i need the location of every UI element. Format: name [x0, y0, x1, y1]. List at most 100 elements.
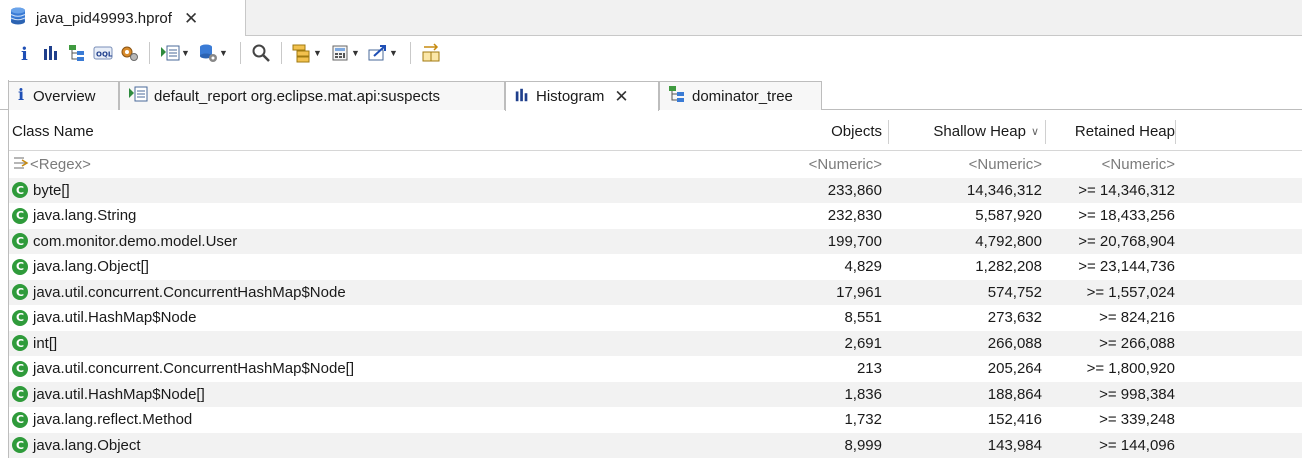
toolbar-separator [240, 42, 241, 64]
chevron-down-icon[interactable]: ▼ [181, 48, 190, 58]
run-report-icon[interactable] [157, 40, 183, 66]
objects-cell: 4,829 [844, 258, 882, 276]
class-icon: C [12, 182, 28, 199]
objects-cell: 8,551 [844, 309, 882, 327]
column-header-class-name[interactable]: Class Name [12, 112, 94, 151]
shallow-cell: 143,984 [987, 436, 1042, 454]
objects-cell: 8,999 [844, 436, 882, 454]
class-name-cell: Cjava.util.HashMap$Node[] [12, 382, 205, 408]
calculator-icon[interactable] [327, 40, 353, 66]
table-row[interactable]: Cjava.lang.String 232,830 5,587,920 >= 18,4… [9, 203, 1302, 229]
shallow-cell: 4,792,800 [975, 232, 1042, 250]
column-header-objects[interactable]: Objects [789, 112, 882, 151]
retained-cell: >= 998,384 [1099, 385, 1175, 403]
objects-cell: 1,836 [844, 385, 882, 403]
retained-cell: >= 20,768,904 [1078, 232, 1175, 250]
tab-label: dominator_tree [692, 87, 793, 105]
filter-class-name-text: <Regex> [30, 156, 91, 174]
retained-cell: >= 14,346,312 [1078, 181, 1175, 199]
compare-icon[interactable] [418, 40, 444, 66]
table-row[interactable]: Ccom.monitor.demo.model.User 199,700 4,792… [9, 228, 1302, 254]
shallow-cell: 266,088 [987, 334, 1042, 352]
tab-dominator-tree[interactable]: dominator_tree [659, 81, 822, 110]
objects-cell: 1,732 [844, 411, 882, 429]
retained-cell: >= 266,088 [1099, 334, 1175, 352]
class-name-cell: Cjava.util.HashMap$Node [12, 305, 196, 331]
class-name-cell: Cjava.util.concurrent.ConcurrentHashMap$… [12, 280, 346, 306]
class-icon: C [12, 309, 28, 326]
toolbar: i OQL ▼ ▼ ▼ ▼ ▼ [0, 36, 1302, 70]
table-row[interactable]: Cjava.lang.reflect.Method 1,732 152,416 >= … [9, 407, 1302, 433]
class-icon: C [12, 360, 28, 377]
class-name-cell: Cjava.lang.Object[] [12, 254, 149, 280]
close-icon[interactable]: ✕ [614, 88, 628, 105]
info-icon[interactable]: i [12, 40, 38, 66]
column-header-shallow-heap[interactable]: Shallow Heap ∨ [899, 112, 1039, 151]
retained-cell: >= 1,800,920 [1086, 360, 1175, 378]
group-by-icon[interactable] [289, 40, 315, 66]
close-icon[interactable]: ✕ [184, 10, 198, 27]
objects-cell: 2,691 [844, 334, 882, 352]
filter-objects[interactable]: <Numeric> [789, 152, 882, 178]
table-row[interactable]: Cjava.util.concurrent.ConcurrentHashMap$… [9, 356, 1302, 382]
class-name-text: java.lang.String [33, 207, 137, 225]
retained-cell: >= 339,248 [1099, 411, 1175, 429]
column-divider [1045, 120, 1046, 144]
table-row[interactable]: Cjava.util.HashMap$Node[] 1,836 188,864 >= … [9, 381, 1302, 408]
column-divider [1175, 120, 1176, 144]
shallow-cell: 574,752 [987, 283, 1042, 301]
chevron-down-icon[interactable]: ▼ [313, 48, 322, 58]
class-name-text: java.lang.Object [33, 436, 141, 454]
shallow-cell: 5,587,920 [975, 207, 1042, 225]
filter-shallow-heap[interactable]: <Numeric> [899, 152, 1042, 178]
retained-cell: >= 144,096 [1099, 436, 1175, 454]
table-row[interactable]: Cint[] 2,691 266,088 >= 266,088 [9, 330, 1302, 357]
retained-cell: >= 1,557,024 [1086, 283, 1175, 301]
class-name-text: int[] [33, 334, 58, 352]
chevron-down-icon[interactable]: ▼ [219, 48, 228, 58]
tab-label: Overview [33, 87, 96, 105]
class-name-cell: Cjava.util.concurrent.ConcurrentHashMap$… [12, 356, 354, 382]
dominator-tree-icon[interactable] [64, 40, 90, 66]
export-icon[interactable] [365, 40, 391, 66]
objects-cell: 199,700 [827, 232, 882, 250]
editor-tab-bar: java_pid49993.hprof ✕ [0, 0, 1302, 36]
table-row[interactable]: Cjava.lang.Object 8,999 143,984 >= 144,096 [9, 432, 1302, 458]
table-row[interactable]: Cbyte[] 233,860 14,346,312 >= 14,346,312 [9, 177, 1302, 203]
tab-default-report[interactable]: default_report org.eclipse.mat.api:suspe… [119, 81, 505, 110]
objects-cell: 232,830 [827, 207, 882, 225]
filter-retained-heap[interactable]: <Numeric> [1049, 152, 1175, 178]
shallow-cell: 273,632 [987, 309, 1042, 327]
chevron-down-icon[interactable]: ▼ [389, 48, 398, 58]
histogram-icon[interactable] [38, 40, 64, 66]
search-icon[interactable] [248, 40, 274, 66]
editor-tab-title: java_pid49993.hprof [36, 9, 172, 27]
threads-icon[interactable] [116, 40, 142, 66]
class-icon: C [12, 386, 28, 403]
class-icon: C [12, 233, 28, 250]
tab-overview[interactable]: i Overview [8, 81, 119, 110]
heap-dump-icon [8, 6, 28, 30]
table-row[interactable]: Cjava.util.HashMap$Node 8,551 273,632 >= 82… [9, 305, 1302, 331]
tab-histogram[interactable]: Histogram ✕ [505, 81, 659, 111]
oql-icon[interactable]: OQL [90, 40, 116, 66]
filter-class-name[interactable]: <Regex> [12, 152, 91, 178]
class-icon: C [12, 335, 28, 352]
class-name-cell: Cjava.lang.reflect.Method [12, 407, 192, 433]
column-header-retained-heap[interactable]: Retained Heap [1049, 112, 1175, 151]
editor-tab-hprof[interactable]: java_pid49993.hprof ✕ [0, 0, 246, 36]
class-name-cell: Cint[] [12, 331, 57, 357]
class-name-text: java.util.HashMap$Node[] [33, 385, 205, 403]
class-name-text: java.util.concurrent.ConcurrentHashMap$N… [33, 283, 346, 301]
shallow-cell: 14,346,312 [966, 181, 1042, 199]
table-row[interactable]: Cjava.util.concurrent.ConcurrentHashMap$… [9, 279, 1302, 306]
table-row[interactable]: Cjava.lang.Object[] 4,829 1,282,208 >= 23,1… [9, 254, 1302, 280]
chevron-down-icon[interactable]: ▼ [351, 48, 360, 58]
svg-text:OQL: OQL [96, 51, 113, 59]
class-name-cell: Cjava.lang.Object [12, 433, 141, 458]
sort-descending-icon: ∨ [1030, 126, 1039, 138]
class-name-text: byte[] [33, 181, 70, 199]
toolbar-separator [410, 42, 411, 64]
query-browser-icon[interactable] [195, 40, 221, 66]
filter-row: <Regex> <Numeric> <Numeric> <Numeric> [9, 152, 1302, 178]
